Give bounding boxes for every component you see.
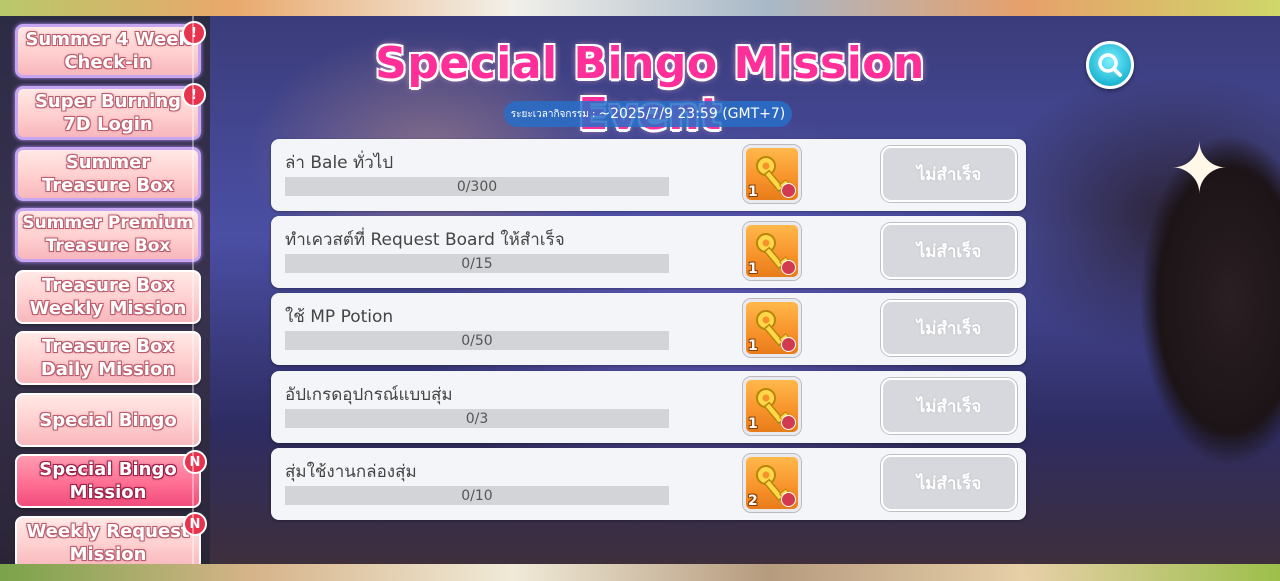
sidebar-item-treasure-box-weekly-mission[interactable]: Treasure Box Weekly Mission [15,270,201,324]
reward-item[interactable]: 1 [743,222,801,280]
event-period-value: ~2025/7/9 23:59 (GMT+7) [598,106,786,122]
mission-progress-bar: 0/15 [285,254,669,273]
mission-status-button[interactable]: ไม่สำเร็จ [881,378,1017,434]
sidebar-item-label: Summer Treasure Box [41,152,175,196]
sidebar-item-label: Treasure Box Daily Mission [40,336,176,380]
alert-badge: ! [182,83,206,107]
mission-status-button[interactable]: ไม่สำเร็จ [881,300,1017,356]
sidebar-item-weekly-request-mission[interactable]: Weekly Request Mission N [15,512,207,564]
sidebar-item-special-bingo[interactable]: Special Bingo [15,393,201,447]
reward-item[interactable]: 1 [743,377,801,435]
reward-item[interactable]: 1 [743,299,801,357]
mission-progress-bar: 0/10 [285,486,669,505]
sidebar-item-summer-treasure-box[interactable]: Summer Treasure Box [15,147,201,201]
mission-name: สุ่มใช้งานกล่องสุ่ม [285,462,417,482]
mission-name: ล่า Bale ทั่วไป [285,153,394,173]
untradeable-icon [781,415,796,430]
untradeable-icon [781,260,796,275]
reward-quantity: 2 [748,493,758,509]
bottom-decor-strip [0,564,1280,581]
sidebar-item-label: Weekly Request Mission [26,521,190,564]
sidebar-item-label: Special Bingo Mission [39,459,177,503]
mission-status-button[interactable]: ไม่สำเร็จ [881,146,1017,202]
reward-item[interactable]: 1 [743,145,801,203]
event-period-label: ระยะเวลากิจกรรม : [510,108,596,120]
mission-progress-bar: 0/300 [285,177,669,196]
reward-quantity: 1 [748,338,758,354]
mission-progress-text: 0/300 [456,178,498,195]
reward-quantity: 1 [748,416,758,432]
mission-row: ใช้ MP Potion 0/50 1 ไม่สำเร็จ [271,293,1026,365]
sidebar-item-summer-4-week-check-in[interactable]: Summer 4 Week Check-in ! [15,21,206,78]
reward-quantity: 1 [748,261,758,277]
mission-name: ใช้ MP Potion [285,307,394,327]
untradeable-icon [781,183,796,198]
sidebar-item-treasure-box-daily-mission[interactable]: Treasure Box Daily Mission [15,331,201,385]
event-period: ระยะเวลากิจกรรม : ~2025/7/9 23:59 (GMT+7… [504,101,792,127]
new-badge: N [183,512,207,536]
mission-status-button[interactable]: ไม่สำเร็จ [881,223,1017,279]
background-creature [1080,20,1280,540]
sidebar-item-label: Special Bingo [39,409,177,431]
mission-name: อัปเกรดอุปกรณ์แบบสุ่ม [285,385,453,405]
mission-row: ล่า Bale ทั่วไป 0/300 1 ไม่สำเร็จ [271,139,1026,211]
sidebar-item-summer-premium-treasure-box[interactable]: Summer Premium Treasure Box [15,208,201,262]
alert-badge: ! [182,21,206,45]
top-decor-strip [0,0,1280,16]
mission-progress-bar: 0/3 [285,409,669,428]
sparkle-icon: ✦ [1170,128,1229,210]
mission-progress-text: 0/3 [465,410,489,427]
new-badge: N [183,450,207,474]
sidebar-scrollbar[interactable] [192,16,194,564]
search-button[interactable] [1086,41,1134,89]
sidebar-item-label: Super Burning 7D Login [34,91,182,135]
reward-quantity: 1 [748,184,758,200]
sidebar-item-label: Treasure Box Weekly Mission [29,275,187,319]
sidebar-item-label: Summer 4 Week Check-in [25,29,191,73]
mission-progress-text: 0/10 [461,487,493,504]
event-sidebar: Summer 4 Week Check-in ! Super Burning 7… [0,16,210,564]
mission-status-button[interactable]: ไม่สำเร็จ [881,455,1017,511]
mission-row: อัปเกรดอุปกรณ์แบบสุ่ม 0/3 1 ไม่สำเร็จ [271,371,1026,443]
untradeable-icon [781,492,796,507]
mission-row: ทำเควสต์ที่ Request Board ให้สำเร็จ 0/15… [271,216,1026,288]
reward-item[interactable]: 2 [743,454,801,512]
sidebar-item-label: Summer Premium Treasure Box [22,213,194,256]
mission-name: ทำเควสต์ที่ Request Board ให้สำเร็จ [285,230,565,250]
mission-progress-text: 0/50 [461,332,493,349]
sidebar-item-special-bingo-mission[interactable]: Special Bingo Mission N [15,450,207,508]
untradeable-icon [781,337,796,352]
mission-row: สุ่มใช้งานกล่องสุ่ม 0/10 2 ไม่สำเร็จ [271,448,1026,520]
mission-progress-bar: 0/50 [285,331,669,350]
mission-progress-text: 0/15 [461,255,493,272]
search-icon [1098,53,1122,77]
sidebar-item-super-burning-7d-login[interactable]: Super Burning 7D Login ! [15,83,206,140]
